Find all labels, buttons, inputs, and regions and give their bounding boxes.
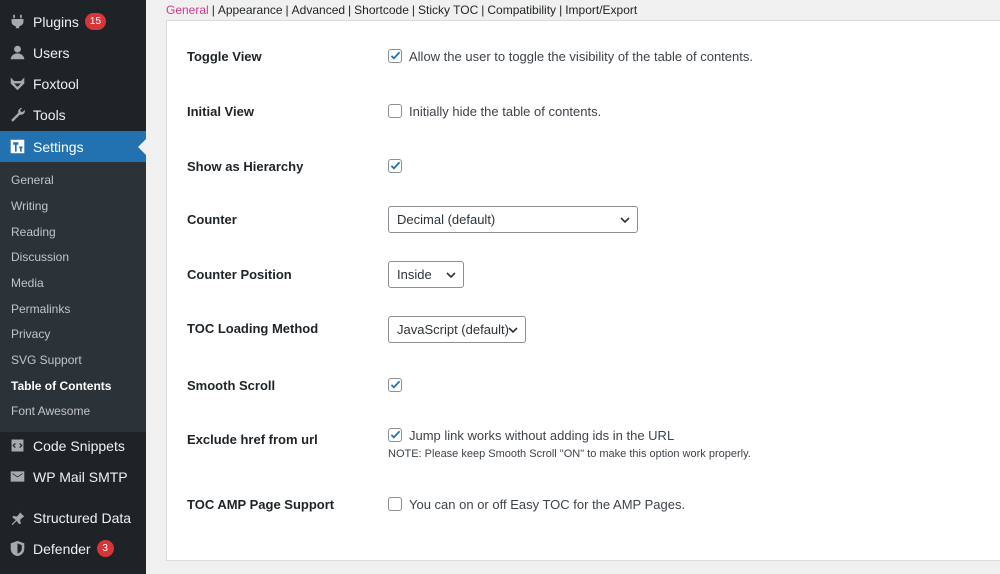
defender-count-badge: 3 [96,540,114,557]
submenu-item-media[interactable]: Media [11,273,44,293]
tab-appearance[interactable]: Appearance [218,3,283,17]
code-snippets-icon [8,437,26,455]
menu-label: Foxtool [33,75,79,92]
counter-position-select-value: Inside [397,267,432,282]
submenu-item-font-awesome[interactable]: Font Awesome [11,401,90,421]
loading-method-select[interactable]: JavaScript (default) [388,316,526,343]
submenu-item-svg-support[interactable]: SVG Support [11,350,82,370]
settings-panel [166,20,1000,561]
loading-method-label: TOC Loading Method [187,321,319,336]
toggle-view-description: Allow the user to toggle the visibility … [409,49,753,64]
pin-icon [8,509,26,527]
chevron-down-icon [446,272,456,279]
tab-compatibility[interactable]: Compatibility [487,3,556,17]
menu-label: Settings [33,138,84,155]
counter-position-label: Counter Position [187,267,292,282]
settings-tab-nav: General | Appearance | Advanced | Shortcode | St… [166,3,638,17]
menu-label: Tools [33,106,66,123]
checkmark-icon [390,430,401,439]
chevron-down-icon [508,327,518,334]
menu-item-tools[interactable]: Tools [0,99,146,130]
users-icon [8,44,26,62]
exclude-href-label: Exclude href from url [187,432,318,447]
settings-submenu: General Writing Reading Discussion Media… [0,162,146,432]
tab-import-export[interactable]: Import/Export [565,3,637,17]
tab-advanced[interactable]: Advanced [292,3,345,17]
menu-label: Users [33,44,70,61]
menu-label: Code Snippets [33,437,125,454]
plugins-icon [8,13,26,31]
counter-label: Counter [187,212,237,227]
toggle-view-checkbox[interactable] [388,49,402,63]
amp-support-description: You can on or off Easy TOC for the AMP P… [409,497,686,512]
menu-label: Defender [33,540,91,557]
loading-method-select-value: JavaScript (default) [397,322,509,337]
menu-item-structured-data[interactable]: Structured Data [0,502,146,533]
show-hierarchy-label: Show as Hierarchy [187,159,304,174]
chevron-down-icon [620,217,630,224]
exclude-href-note: NOTE: Please keep Smooth Scroll "ON" to … [388,448,751,460]
amp-support-label: TOC AMP Page Support [187,497,335,512]
wrench-icon [8,106,26,124]
settings-icon [8,138,26,156]
tab-sticky-toc[interactable]: Sticky TOC [418,3,478,17]
menu-item-plugins[interactable]: Plugins 15 [0,6,146,37]
smooth-scroll-label: Smooth Scroll [187,378,276,393]
menu-item-foxtool[interactable]: Foxtool [0,68,146,99]
submenu-item-privacy[interactable]: Privacy [11,324,50,344]
toggle-view-label: Toggle View [187,49,262,64]
counter-select-value: Decimal (default) [397,212,496,227]
shield-icon [8,540,26,558]
submenu-item-table-of-contents[interactable]: Table of Contents [11,376,111,396]
submenu-item-writing[interactable]: Writing [11,196,48,216]
menu-label: Structured Data [33,509,132,526]
initial-view-label: Initial View [187,104,254,119]
foxtool-icon [8,75,26,93]
checkmark-icon [390,161,401,170]
exclude-href-description: Jump link works without adding ids in th… [409,428,675,443]
menu-item-code-snippets[interactable]: Code Snippets [0,430,146,461]
submenu-item-discussion[interactable]: Discussion [11,247,69,267]
amp-support-checkbox[interactable] [388,497,402,511]
show-hierarchy-checkbox[interactable] [388,159,402,173]
tab-shortcode[interactable]: Shortcode [354,3,409,17]
checkmark-icon [390,380,401,389]
menu-item-settings[interactable]: Settings [0,131,146,162]
counter-select[interactable]: Decimal (default) [388,206,638,233]
menu-label: WP Mail SMTP [33,468,128,485]
counter-position-select[interactable]: Inside [388,261,464,288]
menu-label: Plugins [33,13,79,30]
menu-item-defender[interactable]: Defender 3 [0,533,146,564]
smooth-scroll-checkbox[interactable] [388,378,402,392]
exclude-href-checkbox[interactable] [388,428,402,442]
admin-sidebar: Plugins 15 Users Foxtool Tools Settings … [0,0,146,574]
initial-view-description: Initially hide the table of contents. [409,104,602,119]
update-count-badge: 15 [84,13,107,30]
menu-item-wp-mail-smtp[interactable]: WP Mail SMTP [0,461,146,492]
submenu-item-permalinks[interactable]: Permalinks [11,299,70,319]
menu-item-users[interactable]: Users [0,37,146,68]
submenu-item-general[interactable]: General [11,170,54,190]
checkmark-icon [390,51,401,60]
tab-general[interactable]: General [166,3,209,17]
submenu-item-reading[interactable]: Reading [11,222,56,242]
initial-view-checkbox[interactable] [388,104,402,118]
mail-icon [8,468,26,486]
